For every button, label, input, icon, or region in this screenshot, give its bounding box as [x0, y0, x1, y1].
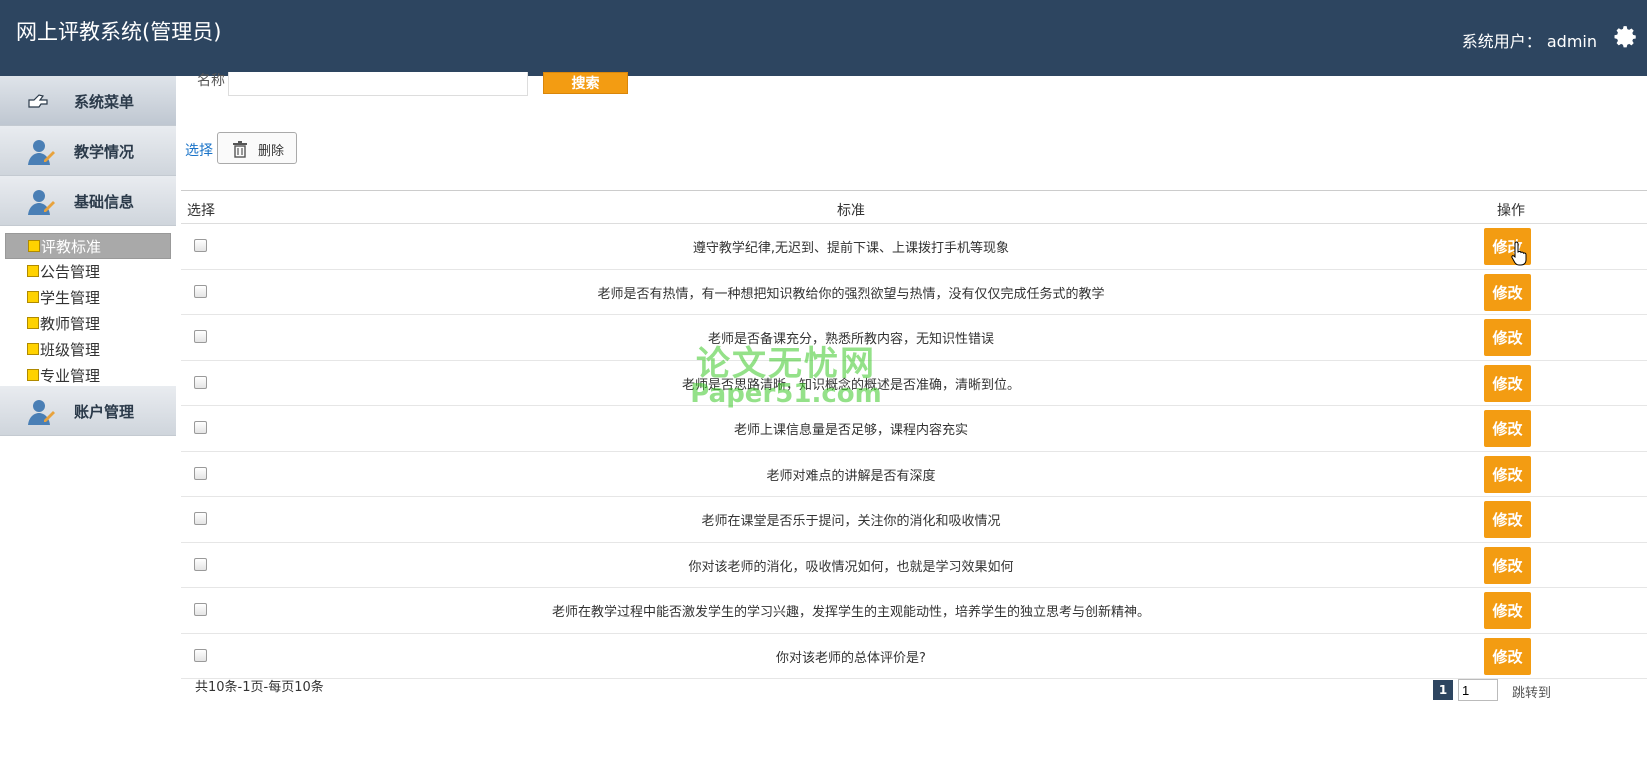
sidebar-menu-label: 系统菜单 [74, 93, 135, 111]
sidebar-group-label: 教学情况 [74, 143, 135, 161]
edit-button[interactable]: 修改 [1484, 319, 1531, 356]
name-search-input[interactable] [228, 72, 528, 96]
search-bar: 名称 搜索 [181, 72, 1647, 98]
row-checkbox[interactable] [194, 375, 207, 389]
delete-button[interactable]: 删除 [217, 132, 297, 164]
row-checkbox[interactable] [194, 512, 207, 525]
square-bullet-icon [27, 369, 39, 381]
sidebar-group-teaching[interactable]: 教学情况 [0, 126, 176, 176]
square-bullet-icon [27, 265, 39, 277]
table-row: 老师在课堂是否乐于提问，关注你的消化和吸收情况 修改 [181, 497, 1647, 543]
delete-label: 删除 [258, 143, 285, 158]
sidebar-menu-title: 系统菜单 [0, 76, 176, 126]
sidebar-item-label: 教师管理 [40, 315, 101, 333]
edit-button[interactable]: 修改 [1484, 273, 1531, 311]
username: admin [1546, 32, 1597, 51]
current-page-button[interactable]: 1 [1433, 680, 1453, 700]
current-user: 系统用户： admin [1462, 28, 1597, 52]
row-checkbox[interactable] [194, 239, 207, 252]
row-checkbox[interactable] [194, 466, 207, 480]
standard-text: 老师在教学过程中能否激发学生的学习兴趣，发挥学生的主观能动性，培养学生的独立思考… [551, 605, 1150, 620]
user-icon [28, 190, 55, 215]
square-bullet-icon [28, 240, 40, 252]
sidebar-item-eval-standard[interactable]: 评教标准 [5, 233, 171, 259]
top-header: 网上评教系统(管理员) 系统用户： admin [0, 0, 1647, 76]
edit-button[interactable]: 修改 [1484, 637, 1531, 675]
sidebar-item-label: 班级管理 [40, 341, 101, 359]
square-bullet-icon [27, 343, 39, 355]
gear-icon[interactable] [1613, 24, 1639, 50]
table-row: 老师是否思路清晰，知识概念的概述是否准确，清晰到位。 修改 [181, 361, 1647, 406]
row-checkbox[interactable] [194, 421, 207, 434]
sidebar-group-label: 基础信息 [74, 193, 135, 211]
trash-icon [233, 141, 247, 158]
standard-text: 老师对难点的讲解是否有深度 [766, 468, 936, 484]
page-number-input[interactable] [1458, 679, 1498, 701]
standards-table: 选择 标准 操作 遵守教学纪律,无迟到、提前下课、上课拨打手机等现象 修改 老师是否… [181, 190, 1647, 679]
sidebar-group-account[interactable]: 账户管理 [0, 386, 176, 436]
row-checkbox[interactable] [194, 557, 207, 571]
row-checkbox[interactable] [194, 330, 207, 343]
hand-cursor-icon [1511, 241, 1527, 266]
edit-button[interactable]: 修改 [1484, 455, 1531, 493]
table-row: 你对该老师的总体评价是? 修改 [181, 634, 1647, 679]
column-header-select: 选择 [187, 203, 215, 219]
sidebar-submenu: 评教标准 公告管理 学生管理 教师管理 班级管理 专业管理 [0, 233, 176, 389]
table-row: 你对该老师的消化，吸收情况如何，也就是学习效果如何 修改 [181, 543, 1647, 588]
user-icon [28, 400, 55, 425]
table-row: 老师上课信息量是否足够，课程内容充实 修改 [181, 406, 1647, 452]
select-link[interactable]: 选择 [185, 140, 213, 160]
main-content: 名称 搜索 选择 删除 选择 标准 操作 遵守教学纪律,无迟到、提前下课、上课拨… [181, 72, 1647, 777]
standard-text: 你对该老师的总体评价是? [776, 650, 926, 666]
sidebar: 系统菜单 教学情况 基础信息 评教标准 公告管理 学生管理 教师管理 班级管理 … [0, 76, 176, 777]
sidebar-item-class[interactable]: 班级管理 [0, 337, 176, 363]
row-checkbox[interactable] [194, 603, 207, 616]
app-title: 网上评教系统(管理员) [16, 20, 222, 44]
edit-button[interactable]: 修改 [1484, 546, 1531, 584]
menu-hand-icon [28, 94, 48, 108]
search-button[interactable]: 搜索 [543, 72, 628, 94]
standard-text: 老师上课信息量是否足够，课程内容充实 [733, 423, 968, 438]
table-header: 选择 标准 操作 [181, 190, 1647, 224]
edit-button[interactable]: 修改 [1484, 501, 1531, 538]
sidebar-item-label: 学生管理 [40, 289, 101, 307]
pagination-bar: 共10条-1页-每页10条 1 跳转到 [181, 676, 1647, 716]
sidebar-item-notice[interactable]: 公告管理 [0, 259, 176, 285]
table-row: 老师在教学过程中能否激发学生的学习兴趣，发挥学生的主观能动性，培养学生的独立思考… [181, 588, 1647, 634]
table-row: 遵守教学纪律,无迟到、提前下课、上课拨打手机等现象 修改 [181, 224, 1647, 270]
sidebar-item-student[interactable]: 学生管理 [0, 285, 176, 311]
standard-text: 老师在课堂是否乐于提问，关注你的消化和吸收情况 [701, 514, 1001, 529]
edit-button[interactable]: 修改 [1484, 592, 1531, 629]
standard-text: 遵守教学纪律,无迟到、提前下课、上课拨打手机等现象 [692, 241, 1010, 256]
row-checkbox[interactable] [194, 284, 207, 298]
column-header-action: 操作 [1497, 203, 1525, 219]
square-bullet-icon [27, 317, 39, 329]
sidebar-item-label: 公告管理 [40, 263, 101, 281]
sidebar-group-basic-info[interactable]: 基础信息 [0, 176, 176, 226]
row-checkbox[interactable] [194, 648, 207, 662]
jump-to-button[interactable]: 跳转到 [1512, 682, 1551, 701]
user-label: 系统用户： [1461, 32, 1542, 51]
standard-text: 你对该老师的消化，吸收情况如何，也就是学习效果如何 [688, 559, 1014, 575]
column-header-standard: 标准 [837, 203, 865, 219]
table-body: 遵守教学纪律,无迟到、提前下课、上课拨打手机等现象 修改 老师是否有热情，有一种想把… [181, 224, 1647, 679]
table-row: 老师是否备课充分，熟悉所教内容，无知识性错误 修改 [181, 315, 1647, 361]
table-row: 老师对难点的讲解是否有深度 修改 [181, 452, 1647, 497]
table-row: 老师是否有热情，有一种想把知识教给你的强烈欲望与热情，没有仅仅完成任务式的教学 修… [181, 270, 1647, 315]
standard-text: 老师是否思路清晰，知识概念的概述是否准确，清晰到位。 [681, 377, 1020, 393]
sidebar-group-label: 账户管理 [74, 403, 135, 421]
edit-button[interactable]: 修改 [1484, 364, 1531, 402]
sidebar-item-label: 专业管理 [40, 367, 101, 385]
standard-text: 老师是否备课充分，熟悉所教内容，无知识性错误 [707, 332, 994, 347]
standard-text: 老师是否有热情，有一种想把知识教给你的强烈欲望与热情，没有仅仅完成任务式的教学 [597, 286, 1105, 302]
sidebar-item-teacher[interactable]: 教师管理 [0, 311, 176, 337]
name-label: 名称 [197, 73, 225, 89]
sidebar-item-label: 评教标准 [41, 238, 102, 256]
record-summary: 共10条-1页-每页10条 [195, 680, 324, 695]
edit-button[interactable]: 修改 [1484, 410, 1531, 447]
user-icon [28, 140, 55, 165]
square-bullet-icon [27, 291, 39, 303]
